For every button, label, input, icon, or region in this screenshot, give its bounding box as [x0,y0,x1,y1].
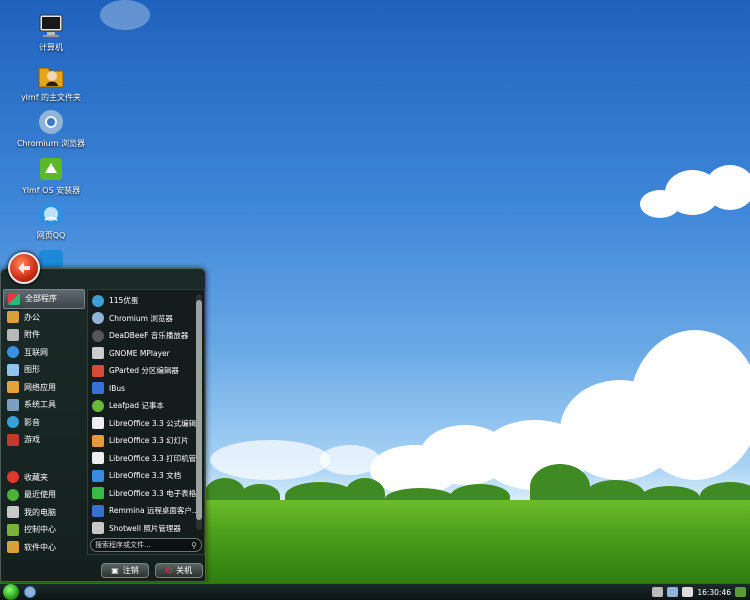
shutdown-button[interactable]: ⏻ 关机 [155,563,203,578]
taskbar: 16:30:46 [0,583,750,600]
desktop-icon-computer[interactable]: 计算机 [6,12,96,53]
recent-icon [7,488,19,501]
menu-category-media[interactable]: 影音 [3,414,85,432]
power-icon: ⏻ [165,565,173,575]
computer-icon [7,506,19,519]
ibus-icon [92,382,104,395]
chromium-icon [37,108,65,136]
logout-button[interactable]: ▣ 注销 [101,563,149,578]
computer-icon [37,12,65,40]
menu-category-graphics[interactable]: 图形 [3,361,85,379]
app-item[interactable]: LibreOffice 3.3 电子表格 [88,485,196,503]
start-button[interactable] [3,584,19,600]
menu-place-my-computer[interactable]: 我的电脑 [3,504,85,522]
music-player-icon [92,329,104,342]
menu-category-accessories[interactable]: 附件 [3,326,85,344]
desktop-icon-installer[interactable]: Ylmf OS 安装器 [6,155,96,196]
menu-place-favorites[interactable]: 收藏夹 [3,469,85,487]
mplayer-icon [92,347,104,360]
cloud [100,0,150,30]
desktop-icon-label: 计算机 [39,43,63,52]
app-115-icon [92,294,104,307]
search-icon[interactable]: ⚲ [191,540,197,552]
app-item[interactable]: IBus [88,380,196,398]
desktop-icon-label: 网页QQ [36,231,66,240]
briefcase-icon [7,311,19,324]
desktop-icon-label: Ylmf OS 安装器 [21,186,81,195]
software-center-icon [7,541,19,554]
windows-flag-icon [8,292,20,305]
menu-category-all[interactable]: 全部程序 [3,289,85,309]
libreoffice-writer-icon [92,469,104,482]
app-item[interactable]: GNOME MPlayer [88,345,196,363]
menu-category-games[interactable]: 游戏 [3,431,85,449]
desktop-icon-chromium[interactable]: Chromium 浏览器 [6,108,96,149]
leafpad-icon [92,399,104,412]
app-item[interactable]: Shotwell 照片管理器 [88,520,196,538]
start-menu: 全部程序 办公 附件 互联网 图形 网络应用 系统工具 影音 游戏 收藏夹 最近… [0,268,206,582]
network-folder-icon [7,381,19,394]
app-item[interactable]: Remmina 远程桌面客户... [88,502,196,520]
shotwell-icon [92,522,104,535]
picture-icon [7,363,19,376]
printer-admin-icon [92,452,104,465]
menu-place-recent[interactable]: 最近使用 [3,486,85,504]
start-menu-user-orb [8,252,40,284]
gparted-icon [92,364,104,377]
menu-app-list: 115优蛋 Chromium 浏览器 DeaDBeeF 音乐播放器 GNOME … [87,289,205,555]
menu-place-software-center[interactable]: 软件中心 [3,539,85,557]
desktop-icon-label: ylmf 的主文件夹 [20,93,82,102]
chromium-launcher-icon[interactable] [24,586,36,598]
menu-category-network-apps[interactable]: 网络应用 [3,379,85,397]
show-desktop-icon[interactable] [735,587,746,597]
qq-icon [37,200,65,228]
menu-place-control-center[interactable]: 控制中心 [3,521,85,539]
installer-icon [37,155,65,183]
menu-category-column: 全部程序 办公 附件 互联网 图形 网络应用 系统工具 影音 游戏 收藏夹 最近… [3,289,85,555]
scrollbar-thumb[interactable] [196,300,202,520]
volume-icon[interactable] [682,587,694,597]
heart-icon [7,471,19,484]
search-input[interactable]: 搜索程序或文件... ⚲ [90,538,202,552]
network-icon[interactable] [667,587,679,597]
user-avatar-icon [18,262,30,274]
control-panel-icon [7,523,19,536]
app-item[interactable]: Chromium 浏览器 [88,310,196,328]
accessories-icon [7,328,19,341]
app-list-items: 115优蛋 Chromium 浏览器 DeaDBeeF 音乐播放器 GNOME … [88,292,196,537]
menu-category-office[interactable]: 办公 [3,309,85,327]
desktop-icon-home[interactable]: ylmf 的主文件夹 [6,62,96,103]
app-item[interactable]: LibreOffice 3.3 公式编辑... [88,415,196,433]
app-item[interactable]: Leafpad 记事本 [88,397,196,415]
app-item[interactable]: 115优蛋 [88,292,196,310]
app-list-scrollbar[interactable] [196,294,202,530]
menu-category-internet[interactable]: 互联网 [3,344,85,362]
app-item[interactable]: LibreOffice 3.3 文档 [88,467,196,485]
tools-icon [7,398,19,411]
lock-icon: ▣ [111,566,119,575]
remmina-icon [92,504,104,517]
chromium-icon [92,312,104,325]
app-item[interactable]: GParted 分区编辑器 [88,362,196,380]
libreoffice-impress-icon [92,434,104,447]
clock[interactable]: 16:30:46 [697,588,731,597]
keyboard-icon[interactable] [652,587,664,597]
system-tray: 16:30:46 [652,584,750,600]
home-folder-icon [37,62,65,90]
menu-spacer [3,449,85,469]
desktop-icon-qq[interactable]: 网页QQ [6,200,96,241]
globe-icon [7,346,19,359]
libreoffice-math-icon [92,417,104,430]
app-item[interactable]: DeaDBeeF 音乐播放器 [88,327,196,345]
media-icon [7,416,19,429]
desktop-icon-label: Chromium 浏览器 [16,139,86,148]
app-item[interactable]: LibreOffice 3.3 幻灯片 [88,432,196,450]
libreoffice-calc-icon [92,487,104,500]
game-icon [7,433,19,446]
cloud [705,165,750,210]
menu-category-system-tools[interactable]: 系统工具 [3,396,85,414]
cloud [630,330,750,480]
app-item[interactable]: LibreOffice 3.3 打印机管... [88,450,196,468]
